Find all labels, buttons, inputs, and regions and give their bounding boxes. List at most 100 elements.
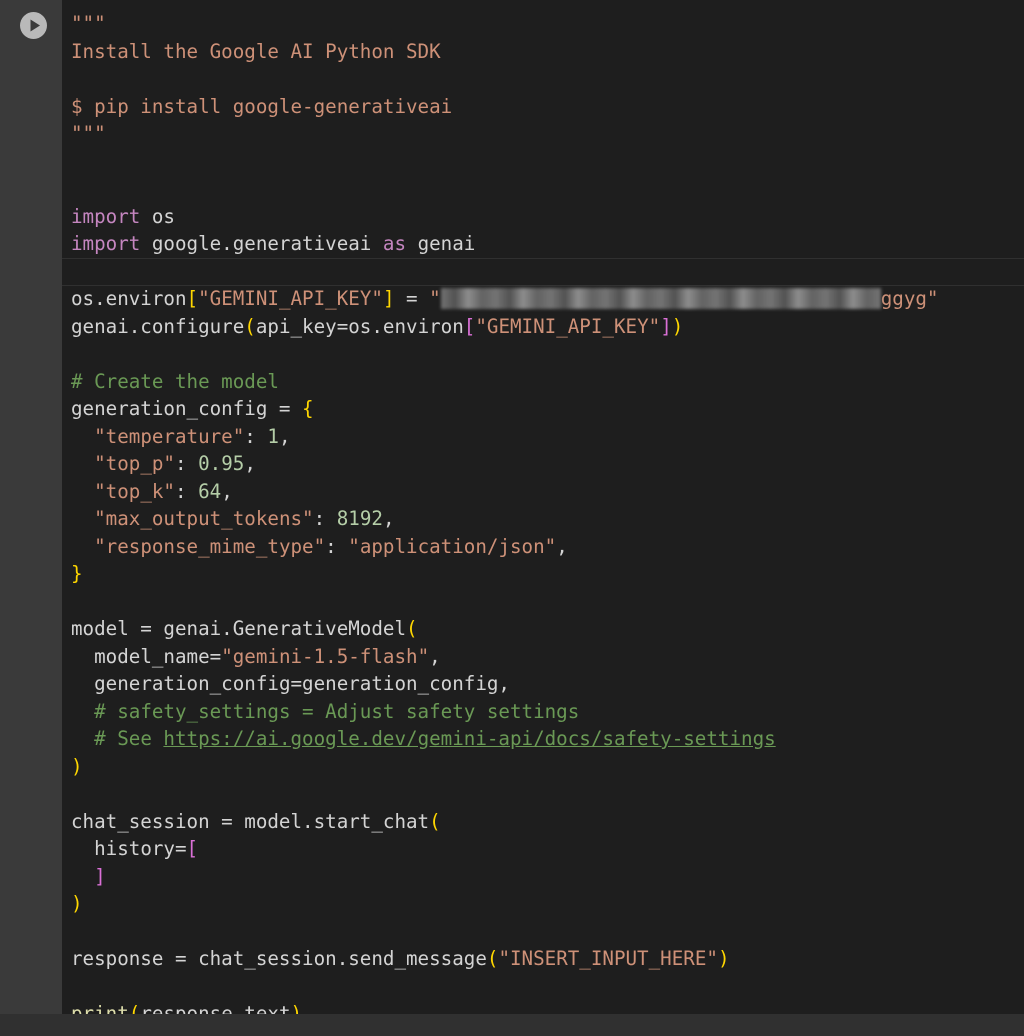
code-line: model = genai.GenerativeModel( — [71, 615, 938, 643]
bracket-token: ] — [382, 287, 395, 310]
code-line: chat_session = model.start_chat( — [71, 808, 938, 836]
number-token: 1 — [267, 424, 279, 448]
code-line: Install the Google AI Python SDK — [71, 38, 938, 66]
bracket-token: ) — [717, 947, 730, 970]
keyword-token: import — [71, 232, 141, 255]
code-line: response = chat_session.send_message("IN… — [71, 945, 938, 973]
code-line: $ pip install google-generativeai — [71, 93, 938, 121]
docstring-token: """ — [71, 12, 106, 35]
cell-bottom-bar — [0, 1014, 1024, 1036]
play-icon — [30, 19, 40, 32]
number-token: 8192 — [336, 507, 383, 530]
identifier-token: model = genai. — [71, 617, 233, 640]
string-token: "GEMINI_API_KEY" — [198, 287, 383, 310]
bracket-token: { — [302, 397, 314, 420]
docstring-token: """ — [71, 122, 106, 145]
code-line: "top_p": 0.95, — [94, 452, 256, 475]
code-line: import google.generativeai as genai — [71, 230, 938, 258]
cell-gutter — [0, 0, 62, 1014]
bracket-token: ( — [244, 314, 256, 338]
run-cell-button[interactable] — [20, 12, 47, 39]
code-line: "temperature": 1, — [94, 424, 291, 448]
string-token: " — [429, 287, 441, 310]
identifier-token: generation_config=generation_config, — [94, 672, 510, 695]
code-line: "max_output_tokens": 8192, — [94, 507, 395, 530]
code-line: ) — [71, 890, 938, 918]
class-token: GenerativeModel — [232, 617, 407, 640]
bracket-token: ] — [94, 864, 106, 888]
bracket-token: ] — [660, 314, 672, 338]
identifier-token: response = chat_session.send_message — [71, 947, 487, 970]
keyword-token: import — [71, 204, 141, 228]
code-line: """ — [71, 10, 938, 38]
code-line: os.environ["GEMINI_API_KEY"] = " ggyg" — [71, 285, 938, 313]
code-content: """ Install the Google AI Python SDK $ pi… — [71, 10, 938, 1028]
identifier-token: genai.configure — [71, 314, 245, 338]
string-token: "GEMINI_API_KEY" — [475, 314, 661, 338]
keyword-token: as — [382, 232, 407, 255]
bracket-token: ) — [671, 314, 684, 338]
code-line: "response_mime_type": "application/json"… — [94, 534, 568, 558]
comment-token: # Create the model — [71, 369, 279, 393]
code-line: model_name="gemini-1.5-flash", — [94, 644, 441, 668]
identifier-token: chat_session = model.start_chat — [71, 809, 430, 833]
code-line: ] — [71, 863, 938, 891]
string-token: "top_k" — [94, 479, 175, 503]
string-token: ggyg" — [880, 287, 939, 310]
safety-settings-link[interactable]: https://ai.google.dev/gemini-api/docs/sa… — [163, 727, 775, 750]
string-token: "top_p" — [94, 452, 175, 475]
identifier-token: genai — [406, 232, 476, 255]
code-line: genai.configure(api_key=os.environ["GEMI… — [71, 313, 938, 341]
docstring-token: Install the Google AI Python SDK — [71, 39, 441, 63]
string-token: "application/json" — [348, 534, 557, 558]
code-line: # See https://ai.google.dev/gemini-api/d… — [71, 725, 938, 753]
bracket-token: ( — [429, 809, 441, 833]
number-token: 0.95 — [198, 452, 245, 475]
bracket-token: [ — [186, 837, 199, 860]
identifier-token: google.generativeai — [140, 232, 383, 255]
bracket-token: ) — [71, 754, 83, 778]
code-line: "top_k": 64, — [94, 479, 233, 503]
bracket-token: ) — [71, 892, 83, 915]
identifier-token: os — [140, 204, 175, 228]
code-line: """ — [71, 120, 938, 148]
code-line: import os — [71, 203, 938, 231]
identifier-token: os.environ — [71, 287, 187, 310]
bracket-token: ( — [406, 617, 418, 640]
string-token: "INSERT_INPUT_HERE" — [498, 947, 718, 970]
bracket-token: ( — [486, 947, 499, 970]
identifier-token: history= — [94, 837, 187, 860]
code-line: # safety_settings = Adjust safety settin… — [71, 698, 938, 726]
identifier-token: generation_config = — [71, 397, 303, 420]
bracket-token: [ — [463, 314, 476, 338]
string-token: "response_mime_type" — [94, 534, 326, 558]
code-editor[interactable]: """ Install the Google AI Python SDK $ pi… — [62, 0, 1024, 1025]
string-token: "temperature" — [94, 424, 245, 448]
comment-token: # safety_settings = Adjust safety settin… — [94, 699, 580, 723]
code-line: history=[ — [71, 835, 938, 863]
notebook-cell: """ Install the Google AI Python SDK $ pi… — [0, 0, 1024, 1036]
comment-token: # See — [94, 727, 164, 750]
code-line: ) — [71, 753, 938, 781]
code-line: # Create the model — [71, 368, 938, 396]
code-line: } — [71, 560, 938, 588]
bracket-token: [ — [186, 287, 199, 310]
number-token: 64 — [198, 479, 222, 503]
code-line: generation_config=generation_config, — [71, 670, 938, 698]
docstring-token: $ pip install google-generativeai — [71, 94, 453, 118]
bracket-token: } — [71, 562, 83, 585]
identifier-token: api_key=os.environ — [255, 314, 464, 338]
string-token: "max_output_tokens" — [94, 507, 314, 530]
operator-token: = — [394, 287, 430, 310]
redacted-api-key — [440, 288, 881, 309]
identifier-token: model_name= — [94, 644, 222, 668]
